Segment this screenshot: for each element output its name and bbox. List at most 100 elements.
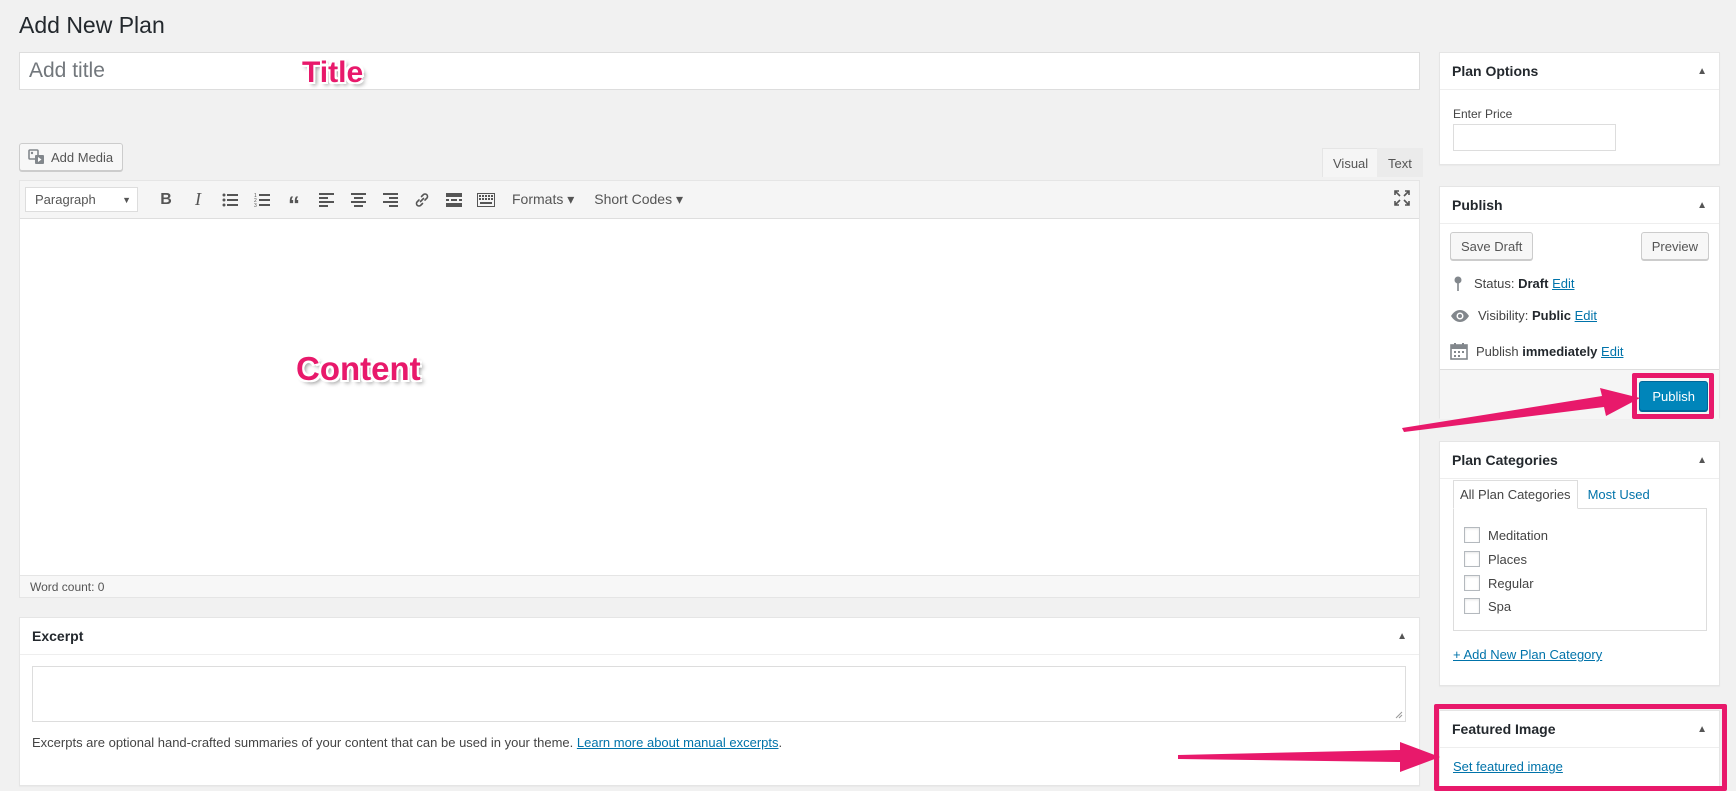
bullet-list-icon	[222, 193, 238, 206]
plan-categories-title: Plan Categories	[1452, 452, 1558, 468]
visibility-value: Public	[1531, 308, 1571, 323]
read-more-button[interactable]	[438, 185, 470, 215]
save-draft-button[interactable]: Save Draft	[1450, 232, 1534, 260]
add-media-button[interactable]: Add Media	[19, 143, 124, 171]
link-icon	[415, 192, 429, 207]
align-right-icon	[382, 192, 398, 207]
schedule-row: Publish immediately Edit	[1450, 342, 1623, 360]
category-item[interactable]: Meditation	[1464, 527, 1548, 543]
category-checkbox[interactable]	[1464, 551, 1480, 567]
status-edit-link[interactable]: Edit	[1552, 276, 1574, 291]
plan-categories-header[interactable]: Plan Categories ▲	[1440, 442, 1719, 479]
excerpt-learn-more-link[interactable]: Learn more about manual excerpts	[577, 735, 779, 750]
visibility-label: Visibility:	[1478, 308, 1529, 323]
fullscreen-button[interactable]	[1393, 189, 1411, 207]
align-left-button[interactable]	[310, 185, 342, 215]
excerpt-help-text: Excerpts are optional hand-crafted summa…	[32, 735, 574, 750]
category-item[interactable]: Regular	[1464, 575, 1534, 591]
category-label: Meditation	[1488, 527, 1548, 543]
collapse-icon[interactable]: ▲	[1697, 455, 1707, 466]
publish-highlight	[1632, 373, 1714, 419]
category-label: Places	[1488, 551, 1528, 567]
add-new-category-link[interactable]: + Add New Plan Category	[1453, 647, 1602, 662]
media-icon	[28, 149, 45, 165]
category-label: Regular	[1488, 575, 1534, 591]
excerpt-header[interactable]: Excerpt ▲	[20, 618, 1419, 655]
content-area[interactable]	[20, 219, 1419, 575]
align-center-icon	[350, 192, 366, 207]
collapse-icon[interactable]: ▲	[1697, 200, 1707, 211]
schedule-label: Publish	[1476, 343, 1519, 359]
align-left-icon	[318, 192, 334, 207]
align-right-button[interactable]	[374, 185, 406, 215]
format-select-value: Paragraph	[35, 192, 96, 207]
svg-text:3: 3	[254, 203, 257, 207]
publish-title: Publish	[1452, 197, 1503, 213]
visibility-edit-link[interactable]: Edit	[1575, 308, 1597, 323]
add-media-label: Add Media	[51, 149, 114, 165]
content-annotation: Content	[296, 350, 421, 387]
italic-button[interactable]: I	[182, 185, 214, 215]
status-value: Draft	[1518, 275, 1549, 291]
resize-grip-icon[interactable]	[1395, 711, 1403, 719]
schedule-edit-link[interactable]: Edit	[1601, 344, 1623, 359]
pin-icon	[1454, 276, 1462, 291]
quote-icon: “	[288, 191, 300, 219]
plan-options-box: Plan Options ▲ Enter Price	[1439, 52, 1720, 165]
collapse-icon[interactable]: ▲	[1697, 66, 1707, 77]
excerpt-textarea[interactable]	[32, 666, 1406, 722]
read-more-icon	[446, 192, 462, 207]
plan-options-header[interactable]: Plan Options ▲	[1440, 53, 1719, 90]
content-editor: Paragraph ▼ B I 123 “ Formats ▾ Short Co…	[19, 180, 1420, 598]
title-input[interactable]: Add title	[19, 52, 1420, 90]
category-checkbox[interactable]	[1464, 575, 1480, 591]
status-label: Status:	[1474, 275, 1515, 291]
status-row: Status: Draft Edit	[1450, 275, 1574, 291]
format-select[interactable]: Paragraph ▼	[25, 187, 138, 212]
publish-header[interactable]: Publish ▲	[1440, 187, 1719, 224]
title-annotation: Title	[302, 56, 364, 89]
category-checkbox[interactable]	[1464, 598, 1480, 614]
eye-icon	[1451, 309, 1469, 322]
formats-dropdown[interactable]: Formats ▾	[502, 191, 584, 208]
plan-categories-box: Plan Categories ▲ All Plan Categories Mo…	[1439, 441, 1720, 686]
collapse-icon[interactable]: ▲	[1397, 631, 1407, 642]
excerpt-help: Excerpts are optional hand-crafted summa…	[32, 735, 782, 750]
keyboard-icon	[477, 192, 495, 207]
numbered-list-icon: 123	[254, 193, 270, 207]
italic-icon: I	[195, 189, 201, 209]
bullet-list-button[interactable]	[214, 185, 246, 215]
calendar-icon	[1450, 343, 1468, 360]
category-label: Spa	[1488, 598, 1512, 614]
blockquote-button[interactable]: “	[278, 185, 310, 219]
align-center-button[interactable]	[342, 185, 374, 215]
excerpt-box: Excerpt ▲ Excerpts are optional hand-cra…	[19, 617, 1420, 786]
fullscreen-icon	[1394, 190, 1410, 206]
word-count: Word count: 0	[20, 575, 1419, 597]
chevron-down-icon: ▼	[122, 194, 131, 205]
tab-visual[interactable]: Visual	[1322, 148, 1380, 177]
shortcodes-dropdown[interactable]: Short Codes ▾	[584, 191, 693, 208]
visibility-row: Visibility: Public Edit	[1450, 308, 1597, 323]
bold-button[interactable]: B	[150, 185, 182, 215]
category-item[interactable]: Spa	[1464, 598, 1511, 614]
tab-text[interactable]: Text	[1377, 148, 1423, 177]
category-tabs: All Plan Categories Most Used	[1453, 480, 1660, 509]
category-checklist: Meditation Places Regular Spa	[1453, 508, 1707, 631]
tab-most-used[interactable]: Most Used	[1578, 480, 1660, 509]
preview-button[interactable]: Preview	[1640, 232, 1709, 260]
price-input[interactable]	[1453, 124, 1616, 151]
price-label: Enter Price	[1453, 107, 1513, 121]
category-checkbox[interactable]	[1464, 527, 1480, 543]
numbered-list-button[interactable]: 123	[246, 185, 278, 215]
bold-icon: B	[160, 190, 172, 208]
toolbar-toggle-button[interactable]	[470, 185, 502, 215]
plan-options-title: Plan Options	[1452, 63, 1539, 79]
category-item[interactable]: Places	[1464, 551, 1527, 567]
excerpt-help-suffix: .	[778, 735, 783, 750]
tab-all-categories[interactable]: All Plan Categories	[1453, 480, 1578, 509]
page-title: Add New Plan	[19, 12, 165, 38]
insert-link-button[interactable]	[406, 185, 438, 215]
excerpt-title: Excerpt	[32, 628, 84, 644]
featured-image-highlight	[1434, 704, 1727, 791]
